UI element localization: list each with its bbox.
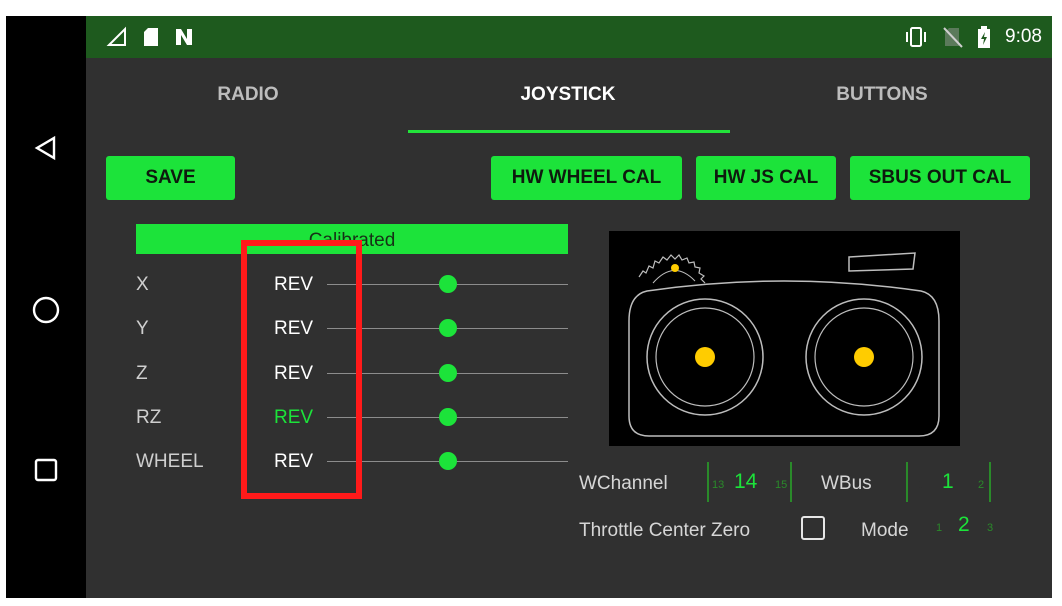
slider-thumb-x[interactable] xyxy=(439,275,457,293)
axis-label: Y xyxy=(136,318,149,339)
vibrate-icon xyxy=(906,27,927,47)
hw-js-cal-button[interactable]: HW JS CAL xyxy=(696,156,836,200)
clock-time: 9:08 xyxy=(1005,26,1042,47)
wchannel-label: WChannel xyxy=(579,473,668,494)
hw-wheel-cal-button[interactable]: HW WHEEL CAL xyxy=(491,156,682,200)
device-screen: 9:08 RADIO JOYSTICK BUTTONS SAVE HW WHEE… xyxy=(6,16,1052,598)
sd-card-icon xyxy=(144,28,158,46)
slider-thumb-z[interactable] xyxy=(439,364,457,382)
system-nav-bar xyxy=(6,16,86,598)
wbus-picker-divider xyxy=(906,462,908,502)
tab-buttons[interactable]: BUTTONS xyxy=(802,84,962,106)
recents-button[interactable] xyxy=(6,440,86,500)
slider-thumb-rz[interactable] xyxy=(439,408,457,426)
recents-square-icon xyxy=(34,458,58,482)
home-circle-icon xyxy=(32,296,60,324)
wchannel-prev-value: 13 xyxy=(712,479,725,491)
mode-label: Mode xyxy=(861,520,909,541)
tab-bar: RADIO JOYSTICK BUTTONS xyxy=(86,58,1052,136)
wchannel-picker-divider xyxy=(790,462,792,502)
left-stick-dot xyxy=(695,347,715,367)
highlight-box xyxy=(241,240,362,499)
back-triangle-icon xyxy=(34,135,56,161)
wbus-next-value: 2 xyxy=(978,479,985,491)
save-button[interactable]: SAVE xyxy=(106,156,235,200)
throttle-slider-icon xyxy=(848,252,916,272)
signal-icon xyxy=(106,26,126,46)
home-button[interactable] xyxy=(6,280,86,340)
left-stick xyxy=(646,298,764,416)
controller-body-outline xyxy=(628,280,940,437)
wbus-label: WBus xyxy=(821,473,872,494)
axis-label: WHEEL xyxy=(136,451,204,472)
right-stick xyxy=(805,298,923,416)
mode-value[interactable]: 2 xyxy=(958,513,970,537)
active-tab-indicator xyxy=(408,130,730,133)
wchannel-value[interactable]: 14 xyxy=(734,470,757,494)
controller-visualization xyxy=(609,231,960,446)
wheel-gear-icon xyxy=(638,254,706,284)
no-sim-icon xyxy=(943,27,963,48)
axis-label: Z xyxy=(136,363,148,384)
wchannel-picker-divider xyxy=(707,462,709,502)
wbus-picker-divider xyxy=(989,462,991,502)
back-button[interactable] xyxy=(6,118,86,178)
sbus-out-cal-button[interactable]: SBUS OUT CAL xyxy=(850,156,1030,200)
status-bar: 9:08 xyxy=(86,16,1052,58)
axis-label: X xyxy=(136,274,149,295)
battery-charging-icon xyxy=(978,26,991,48)
mode-next-value: 3 xyxy=(987,522,994,534)
slider-thumb-wheel[interactable] xyxy=(439,452,457,470)
tab-joystick[interactable]: JOYSTICK xyxy=(488,84,648,106)
wbus-value[interactable]: 1 xyxy=(942,470,954,494)
tab-radio[interactable]: RADIO xyxy=(198,84,298,106)
wchannel-next-value: 15 xyxy=(775,479,788,491)
axis-label: RZ xyxy=(136,407,162,428)
right-stick-dot xyxy=(854,347,874,367)
mode-prev-value: 1 xyxy=(936,522,943,534)
throttle-center-zero-checkbox[interactable] xyxy=(801,516,825,540)
throttle-center-zero-label: Throttle Center Zero xyxy=(579,520,751,541)
slider-thumb-y[interactable] xyxy=(439,319,457,337)
controller-diagram xyxy=(628,252,940,437)
wbus-prev-value: 0 xyxy=(918,479,925,491)
n-notification-icon xyxy=(176,29,192,45)
